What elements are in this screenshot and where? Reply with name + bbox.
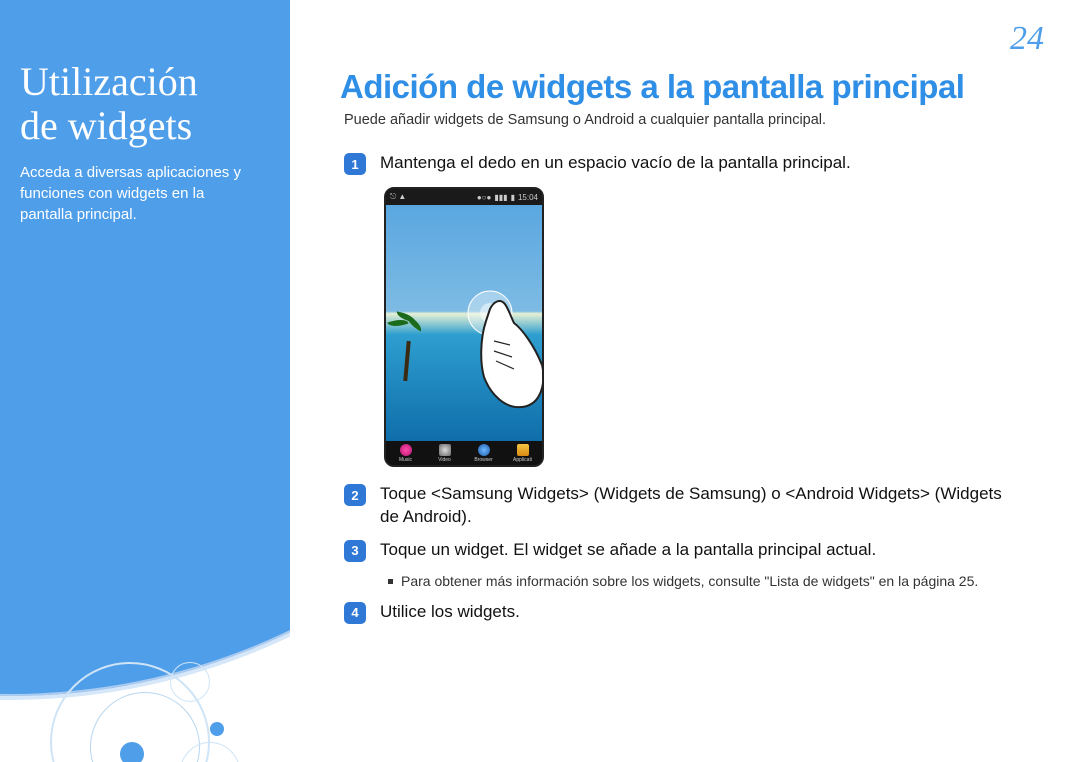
sidebar-title-line1: Utilización — [20, 59, 198, 104]
step-text: Mantenga el dedo en un espacio vacío de … — [380, 152, 851, 175]
step-text: Toque <Samsung Widgets> (Widgets de Sams… — [380, 483, 1020, 529]
section-intro: Puede añadir widgets de Samsung o Androi… — [344, 112, 1040, 128]
step-number-badge: 3 — [344, 540, 366, 562]
sidebar-content: Utilización de widgets Acceda a diversas… — [20, 60, 270, 225]
sidebar-title: Utilización de widgets — [20, 60, 270, 148]
steps-list: 1 Mantenga el dedo en un espacio vacío d… — [344, 152, 1040, 624]
step-text: Toque un widget. El widget se añade a la… — [380, 539, 876, 562]
deco-dot-icon — [210, 722, 224, 736]
sidebar-description: Acceda a diversas aplicaciones y funcion… — [20, 162, 250, 225]
phone-wallpaper — [386, 205, 542, 441]
deco-ring-icon — [170, 662, 210, 702]
note-text: Para obtener más información sobre los w… — [401, 572, 978, 591]
page: 24 Utilización de widgets Acceda a diver… — [0, 0, 1080, 762]
bullet-square-icon — [388, 579, 393, 584]
status-time: 15:04 — [518, 193, 538, 202]
main-content: Adición de widgets a la pantalla princip… — [340, 68, 1040, 634]
dock-label: Applicati — [513, 457, 532, 463]
dock-music-icon: Music — [386, 441, 425, 465]
step-text: Utilice los widgets. — [380, 601, 520, 624]
dock-video-icon: Video — [425, 441, 464, 465]
touch-hand-icon — [450, 281, 544, 411]
step-3: 3 Toque un widget. El widget se añade a … — [344, 539, 1040, 562]
battery-icon: ▮ — [511, 193, 515, 202]
dock-label: Browser — [474, 457, 492, 463]
phone-dock: Music Video Browser Applicati — [386, 441, 542, 465]
step-3-note: Para obtener más información sobre los w… — [388, 572, 1040, 591]
statusbar-right: ●○● ▮▮▮ ▮ 15:04 — [477, 193, 538, 202]
sidebar-panel: Utilización de widgets Acceda a diversas… — [0, 0, 290, 762]
warning-icon: ▲ — [398, 192, 406, 202]
step-1: 1 Mantenga el dedo en un espacio vacío d… — [344, 152, 1040, 175]
dock-browser-icon: Browser — [464, 441, 503, 465]
palm-tree-icon — [394, 321, 420, 381]
dock-apps-icon: Applicati — [503, 441, 542, 465]
dock-label: Music — [399, 457, 412, 463]
usb-icon: ⎋ — [390, 192, 396, 202]
dock-label: Video — [438, 457, 451, 463]
sidebar-title-line2: de widgets — [20, 103, 192, 148]
step-4: 4 Utilice los widgets. — [344, 601, 1040, 624]
step-2: 2 Toque <Samsung Widgets> (Widgets de Sa… — [344, 483, 1040, 529]
section-heading: Adición de widgets a la pantalla princip… — [340, 68, 1040, 106]
step-number-badge: 4 — [344, 602, 366, 624]
step-number-badge: 1 — [344, 153, 366, 175]
signal-icon: ▮▮▮ — [494, 193, 507, 202]
phone-illustration: ⎋ ▲ ●○● ▮▮▮ ▮ 15:04 — [384, 187, 1040, 467]
step-number-badge: 2 — [344, 484, 366, 506]
page-number: 24 — [1010, 20, 1044, 58]
phone-frame: ⎋ ▲ ●○● ▮▮▮ ▮ 15:04 — [384, 187, 544, 467]
statusbar-left-icons: ⎋ ▲ — [390, 192, 406, 202]
deco-dot-icon — [120, 742, 144, 762]
page-indicator-icon: ●○● — [477, 193, 492, 202]
phone-statusbar: ⎋ ▲ ●○● ▮▮▮ ▮ 15:04 — [386, 189, 542, 205]
